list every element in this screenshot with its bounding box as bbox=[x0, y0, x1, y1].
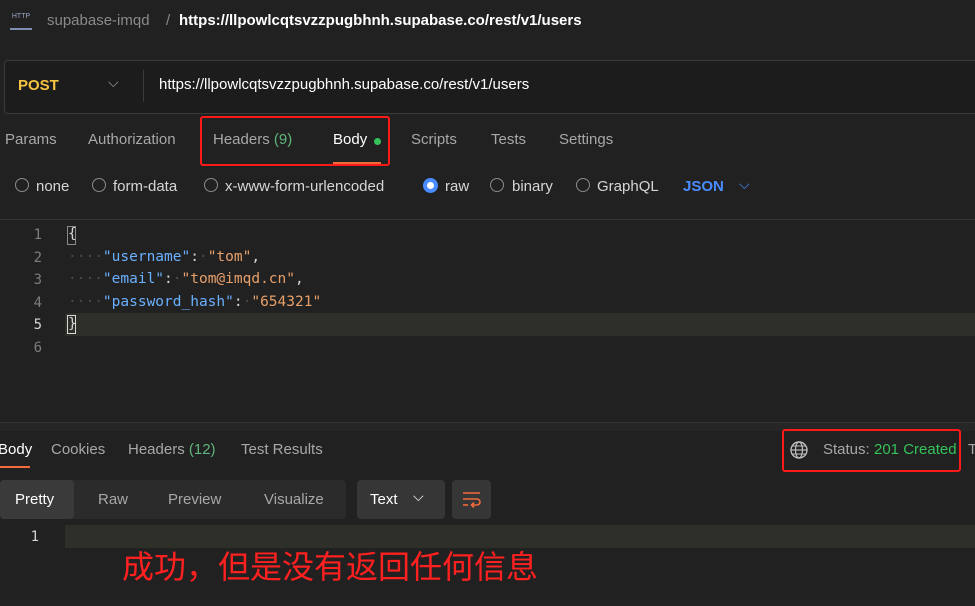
code-line[interactable]: { bbox=[68, 226, 77, 242]
chevron-down-icon[interactable]: ⌵ bbox=[413, 488, 424, 505]
line-number: 4 bbox=[33, 295, 42, 311]
url-input[interactable] bbox=[159, 76, 959, 93]
line-number: 5 bbox=[33, 317, 42, 333]
json-value: "tom@imqd.cn" bbox=[181, 271, 296, 287]
tab-tests[interactable]: Tests bbox=[491, 131, 526, 148]
comma: , bbox=[251, 249, 261, 265]
annotation-text: 成功，但是没有返回任何信息 bbox=[122, 548, 539, 586]
json-key: "username" bbox=[102, 249, 191, 265]
line-number: 2 bbox=[33, 250, 42, 266]
chevron-down-icon[interactable]: ⌵ bbox=[108, 74, 119, 91]
method-select[interactable]: POST bbox=[18, 77, 59, 94]
indent-guide: ···· bbox=[68, 249, 103, 265]
line-number: 6 bbox=[33, 340, 42, 356]
code-line[interactable]: ····"password_hash":·"654321" bbox=[68, 294, 321, 310]
request-name[interactable]: https://llpowlcqtsvzzpugbhnh.supabase.co… bbox=[179, 12, 582, 29]
response-meta-truncated: T bbox=[968, 441, 975, 458]
colon: : bbox=[233, 294, 243, 310]
tab-params[interactable]: Params bbox=[5, 131, 57, 148]
response-tab-body[interactable]: Body bbox=[0, 441, 32, 458]
code-line[interactable]: ····"username":·"tom", bbox=[68, 249, 260, 265]
language-select[interactable]: JSON bbox=[683, 178, 724, 195]
radio-urlencoded-label[interactable]: x-www-form-urlencoded bbox=[225, 178, 384, 195]
radio-form-data-label[interactable]: form-data bbox=[113, 178, 177, 195]
colon: : bbox=[164, 271, 173, 287]
url-bar-divider bbox=[143, 70, 144, 102]
radio-urlencoded[interactable] bbox=[204, 178, 218, 192]
indent-guide: ···· bbox=[68, 271, 103, 287]
radio-graphql[interactable] bbox=[576, 178, 590, 192]
code-line[interactable]: ····"email":·"tom@imqd.cn", bbox=[68, 271, 304, 287]
annotation-highlight-box bbox=[782, 429, 961, 472]
comma: , bbox=[295, 271, 304, 287]
breadcrumb-collection[interactable]: supabase-imqd bbox=[47, 12, 150, 29]
colon: : bbox=[190, 249, 199, 265]
radio-raw[interactable] bbox=[423, 178, 438, 193]
line-number: 1 bbox=[33, 227, 42, 243]
radio-none-label[interactable]: none bbox=[36, 178, 69, 195]
annotation-highlight-box bbox=[200, 116, 390, 166]
json-value: "tom" bbox=[207, 249, 252, 265]
radio-none[interactable] bbox=[15, 178, 29, 192]
json-key: "email" bbox=[102, 271, 165, 287]
active-line-highlight bbox=[65, 313, 975, 336]
wrap-lines-icon bbox=[463, 492, 481, 509]
tab-settings[interactable]: Settings bbox=[559, 131, 613, 148]
radio-form-data[interactable] bbox=[92, 178, 106, 192]
response-tab-cookies[interactable]: Cookies bbox=[51, 441, 105, 458]
response-tab-headers-count: (12) bbox=[188, 441, 216, 458]
response-tab-headers[interactable]: Headers (12) bbox=[128, 441, 216, 458]
line-number: 1 bbox=[30, 529, 39, 545]
wrap-lines-button[interactable] bbox=[452, 480, 491, 519]
radio-binary-label[interactable]: binary bbox=[512, 178, 553, 195]
text-cursor bbox=[67, 315, 76, 334]
chevron-down-icon[interactable]: ⌵ bbox=[739, 176, 750, 193]
open-brace: { bbox=[68, 226, 77, 242]
breadcrumb-separator: / bbox=[166, 12, 171, 29]
radio-graphql-label[interactable]: GraphQL bbox=[597, 178, 659, 195]
tab-authorization[interactable]: Authorization bbox=[88, 131, 176, 148]
divider bbox=[0, 219, 975, 220]
view-pretty-button[interactable]: Pretty bbox=[15, 491, 54, 508]
json-key: "password_hash" bbox=[102, 294, 234, 310]
radio-binary[interactable] bbox=[490, 178, 504, 192]
view-visualize-button[interactable]: Visualize bbox=[264, 491, 324, 508]
tab-scripts[interactable]: Scripts bbox=[411, 131, 457, 148]
response-tab-test-results[interactable]: Test Results bbox=[241, 441, 323, 458]
view-preview-button[interactable]: Preview bbox=[168, 491, 221, 508]
indent-guide: ···· bbox=[68, 294, 103, 310]
active-tab-indicator bbox=[0, 466, 30, 468]
radio-raw-label[interactable]: raw bbox=[445, 178, 469, 195]
view-raw-button[interactable]: Raw bbox=[98, 491, 128, 508]
format-select-label[interactable]: Text bbox=[370, 491, 398, 508]
http-request-icon: HTTP bbox=[10, 12, 32, 30]
response-tab-headers-label: Headers bbox=[128, 441, 185, 458]
line-number: 3 bbox=[33, 272, 42, 288]
json-value: "654321" bbox=[251, 294, 322, 310]
